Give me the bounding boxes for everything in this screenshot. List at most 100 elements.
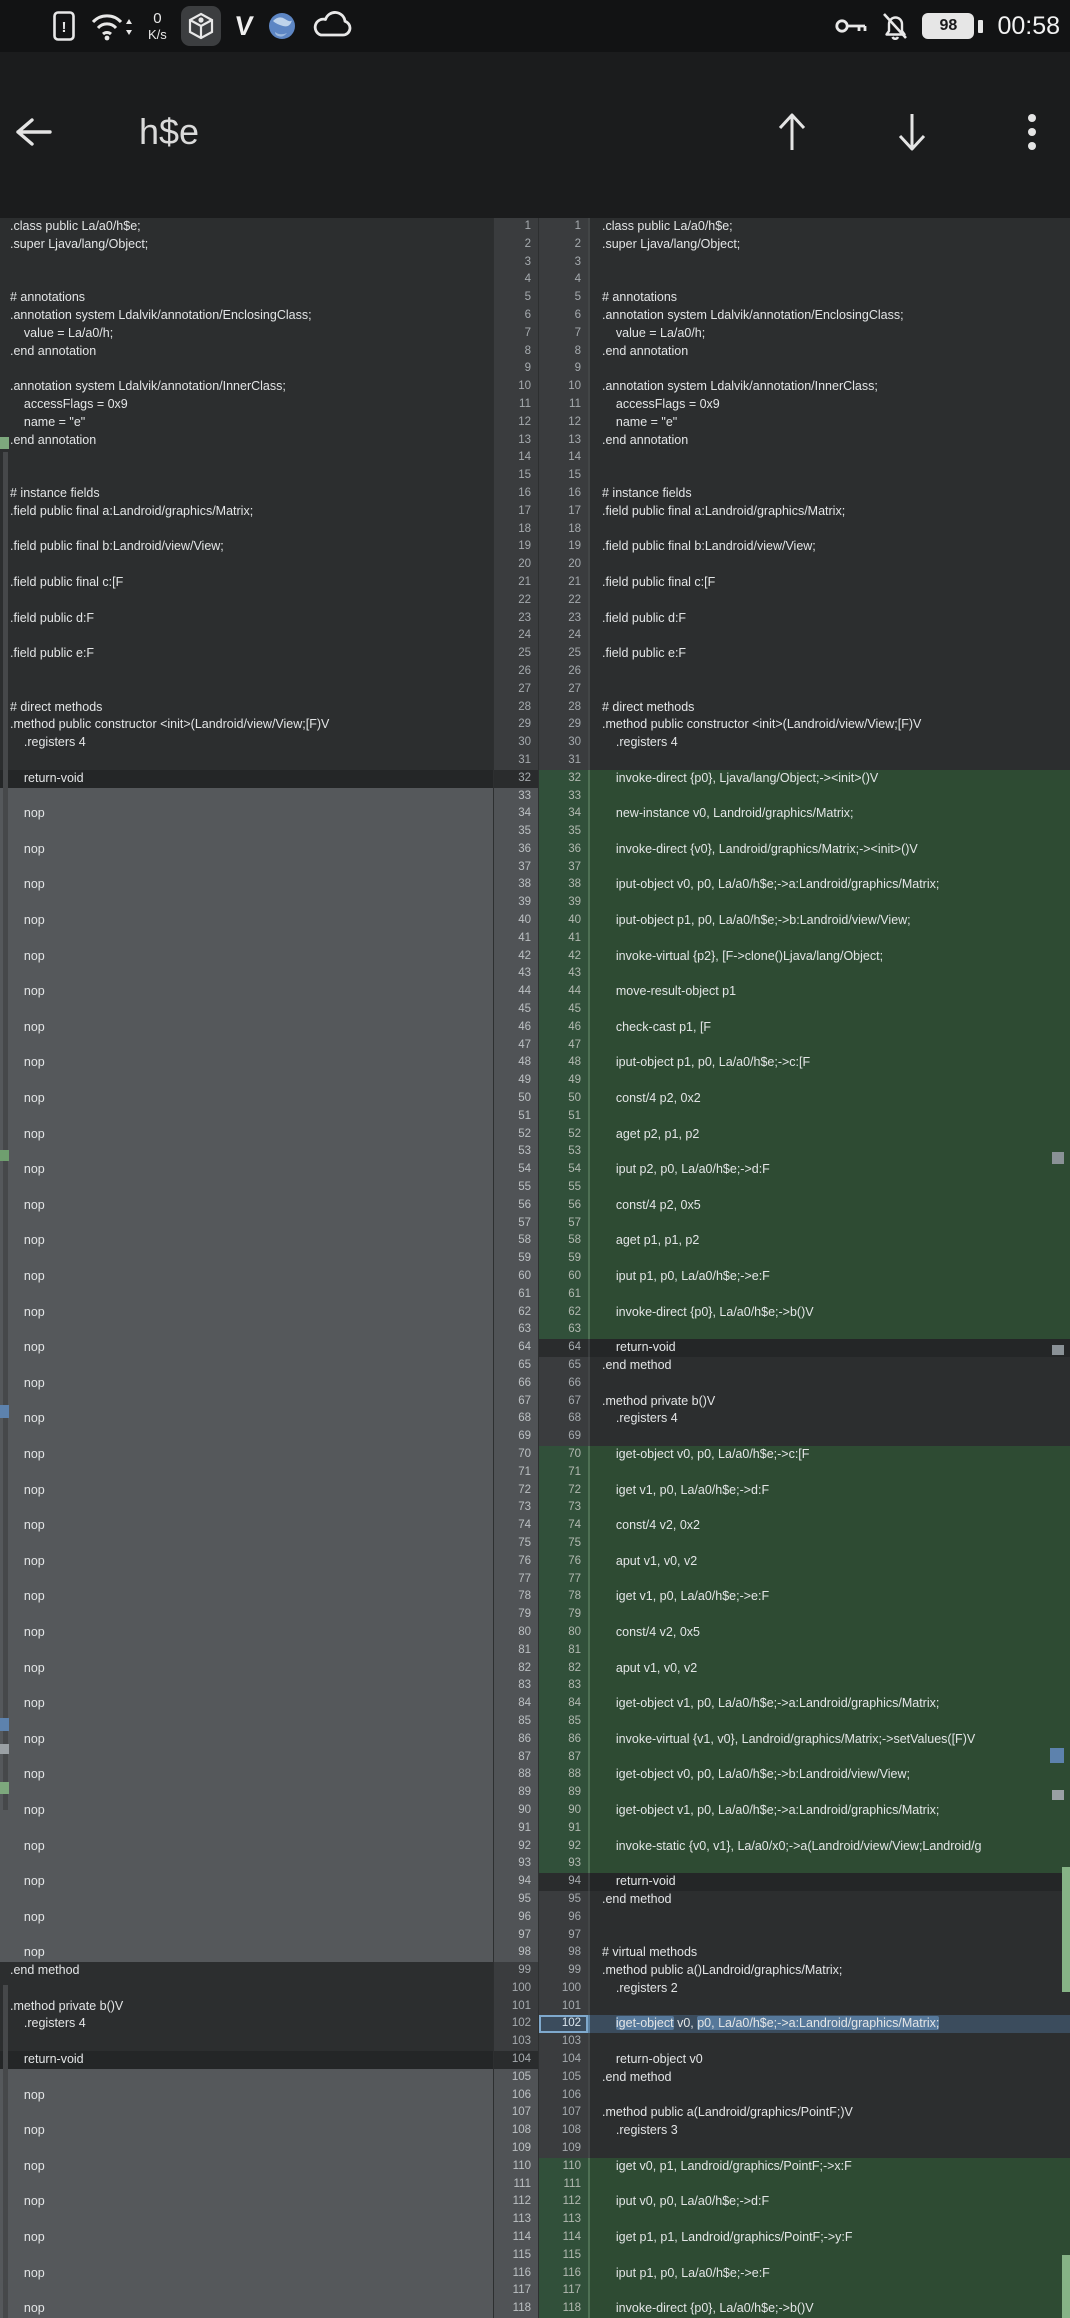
right-code[interactable]: iput-object v0, p0, La/a0/h$e;->a:Landro…	[588, 876, 1070, 894]
left-code[interactable]: .method public constructor <init>(Landro…	[0, 716, 493, 734]
left-code[interactable]: nop	[0, 1873, 493, 1891]
right-code[interactable]	[588, 1250, 1070, 1268]
right-code[interactable]: iput-object p1, p0, La/a0/h$e;->b:Landro…	[588, 912, 1070, 930]
right-code[interactable]: iget v0, p1, Landroid/graphics/PointF;->…	[588, 2158, 1070, 2176]
left-code[interactable]: .field public final a:Landroid/graphics/…	[0, 503, 493, 521]
right-code[interactable]: return-void	[588, 1873, 1070, 1891]
diff-row[interactable]: 4141	[0, 930, 1070, 948]
right-code[interactable]: invoke-direct {p0}, La/a0/h$e;->b()V	[588, 2300, 1070, 2318]
left-code[interactable]: .annotation system Ldalvik/annotation/In…	[0, 378, 493, 396]
right-code[interactable]	[588, 254, 1070, 272]
left-code[interactable]	[0, 2104, 493, 2122]
left-code[interactable]	[0, 556, 493, 574]
left-code[interactable]: name = "e"	[0, 414, 493, 432]
left-code[interactable]	[0, 1749, 493, 1767]
diff-row[interactable]: nop9090 iget-object v1, p0, La/a0/h$e;->…	[0, 1802, 1070, 1820]
right-code[interactable]	[588, 2087, 1070, 2105]
right-code[interactable]: .method public a(Landroid/graphics/Point…	[588, 2104, 1070, 2122]
right-code[interactable]: iput p1, p0, La/a0/h$e;->e:F	[588, 1268, 1070, 1286]
right-code[interactable]	[588, 592, 1070, 610]
left-code[interactable]	[0, 1820, 493, 1838]
right-code[interactable]: accessFlags = 0x9	[588, 396, 1070, 414]
diff-row[interactable]: 9595.end method	[0, 1891, 1070, 1909]
right-code[interactable]	[588, 360, 1070, 378]
left-code[interactable]	[0, 1677, 493, 1695]
diff-row[interactable]: nop8888 iget-object v0, p0, La/a0/h$e;->…	[0, 1766, 1070, 1784]
diff-row[interactable]: 4545	[0, 1001, 1070, 1019]
diff-row[interactable]: value = La/a0/h;77 value = La/a0/h;	[0, 325, 1070, 343]
left-code[interactable]: nop	[0, 1446, 493, 1464]
left-code[interactable]: nop	[0, 805, 493, 823]
diff-row[interactable]: # instance fields1616# instance fields	[0, 485, 1070, 503]
right-code[interactable]	[588, 1677, 1070, 1695]
right-code[interactable]: iget-object v1, p0, La/a0/h$e;->a:Landro…	[588, 1695, 1070, 1713]
right-code[interactable]	[588, 271, 1070, 289]
right-code[interactable]	[588, 449, 1070, 467]
diff-row[interactable]: 8585	[0, 1713, 1070, 1731]
right-code[interactable]: .field public final b:Landroid/view/View…	[588, 538, 1070, 556]
right-code[interactable]	[588, 556, 1070, 574]
diff-row[interactable]: .end annotation88.end annotation	[0, 343, 1070, 361]
diff-row[interactable]: 5757	[0, 1215, 1070, 1233]
right-code[interactable]: .super Ljava/lang/Object;	[588, 236, 1070, 254]
left-code[interactable]: nop	[0, 1304, 493, 1322]
left-code[interactable]: nop	[0, 2087, 493, 2105]
diff-row[interactable]: name = "e"1212 name = "e"	[0, 414, 1070, 432]
diff-row[interactable]: nop6060 iput p1, p0, La/a0/h$e;->e:F	[0, 1268, 1070, 1286]
right-code[interactable]	[588, 1428, 1070, 1446]
diff-row[interactable]: nop108108 .registers 3	[0, 2122, 1070, 2140]
diff-row[interactable]: nop3636 invoke-direct {v0}, Landroid/gra…	[0, 841, 1070, 859]
left-code[interactable]	[0, 1464, 493, 1482]
right-code[interactable]	[588, 1749, 1070, 1767]
diff-row[interactable]: nop106106	[0, 2087, 1070, 2105]
diff-row[interactable]: 3131	[0, 752, 1070, 770]
right-code[interactable]	[588, 663, 1070, 681]
diff-row[interactable]: 115115	[0, 2247, 1070, 2265]
diff-row[interactable]: nop118118 invoke-direct {p0}, La/a0/h$e;…	[0, 2300, 1070, 2318]
right-code[interactable]: invoke-virtual {v1, v0}, Landroid/graphi…	[588, 1731, 1070, 1749]
right-code[interactable]: .end method	[588, 2069, 1070, 2087]
diff-view[interactable]: .class public La/a0/h$e;11.class public …	[0, 218, 1070, 2318]
diff-row[interactable]: 6161	[0, 1286, 1070, 1304]
left-code[interactable]	[0, 1250, 493, 1268]
diff-row[interactable]: 111111	[0, 2176, 1070, 2194]
right-code[interactable]	[588, 1784, 1070, 1802]
left-code[interactable]	[0, 2069, 493, 2087]
diff-row[interactable]: 103103	[0, 2033, 1070, 2051]
diff-row[interactable]: .method private b()V101101	[0, 1998, 1070, 2016]
left-code[interactable]	[0, 1001, 493, 1019]
left-code[interactable]: value = La/a0/h;	[0, 325, 493, 343]
right-code[interactable]	[588, 1286, 1070, 1304]
diff-row[interactable]: .field public d:F2323.field public d:F	[0, 610, 1070, 628]
left-code[interactable]: nop	[0, 1766, 493, 1784]
right-code[interactable]: .end method	[588, 1891, 1070, 1909]
left-code[interactable]: nop	[0, 1482, 493, 1500]
left-code[interactable]	[0, 360, 493, 378]
left-code[interactable]	[0, 627, 493, 645]
left-code[interactable]: nop	[0, 1588, 493, 1606]
diff-row[interactable]: 6363	[0, 1321, 1070, 1339]
diff-row[interactable]: accessFlags = 0x91111 accessFlags = 0x9	[0, 396, 1070, 414]
right-code[interactable]: # annotations	[588, 289, 1070, 307]
diff-row[interactable]: nop7272 iget v1, p0, La/a0/h$e;->d:F	[0, 1482, 1070, 1500]
right-code[interactable]: .end annotation	[588, 343, 1070, 361]
left-code[interactable]: .field public e:F	[0, 645, 493, 663]
right-code[interactable]: .annotation system Ldalvik/annotation/In…	[588, 378, 1070, 396]
diff-row[interactable]: nop4444 move-result-object p1	[0, 983, 1070, 1001]
diff-row[interactable]: .field public final a:Landroid/graphics/…	[0, 503, 1070, 521]
right-code[interactable]	[588, 788, 1070, 806]
right-code[interactable]: move-result-object p1	[588, 983, 1070, 1001]
left-code[interactable]: .end method	[0, 1962, 493, 1980]
diff-row[interactable]: 33	[0, 254, 1070, 272]
right-code[interactable]: .method private b()V	[588, 1393, 1070, 1411]
right-code[interactable]	[588, 1375, 1070, 1393]
left-code[interactable]	[0, 1535, 493, 1553]
diff-row[interactable]: 5555	[0, 1179, 1070, 1197]
diff-row[interactable]: nop5050 const/4 p2, 0x2	[0, 1090, 1070, 1108]
left-code[interactable]	[0, 2140, 493, 2158]
left-code[interactable]	[0, 1108, 493, 1126]
diff-row[interactable]: nop112112 iput v0, p0, La/a0/h$e;->d:F	[0, 2193, 1070, 2211]
left-code[interactable]: nop	[0, 1802, 493, 1820]
left-code[interactable]	[0, 1713, 493, 1731]
diff-row[interactable]: .class public La/a0/h$e;11.class public …	[0, 218, 1070, 236]
